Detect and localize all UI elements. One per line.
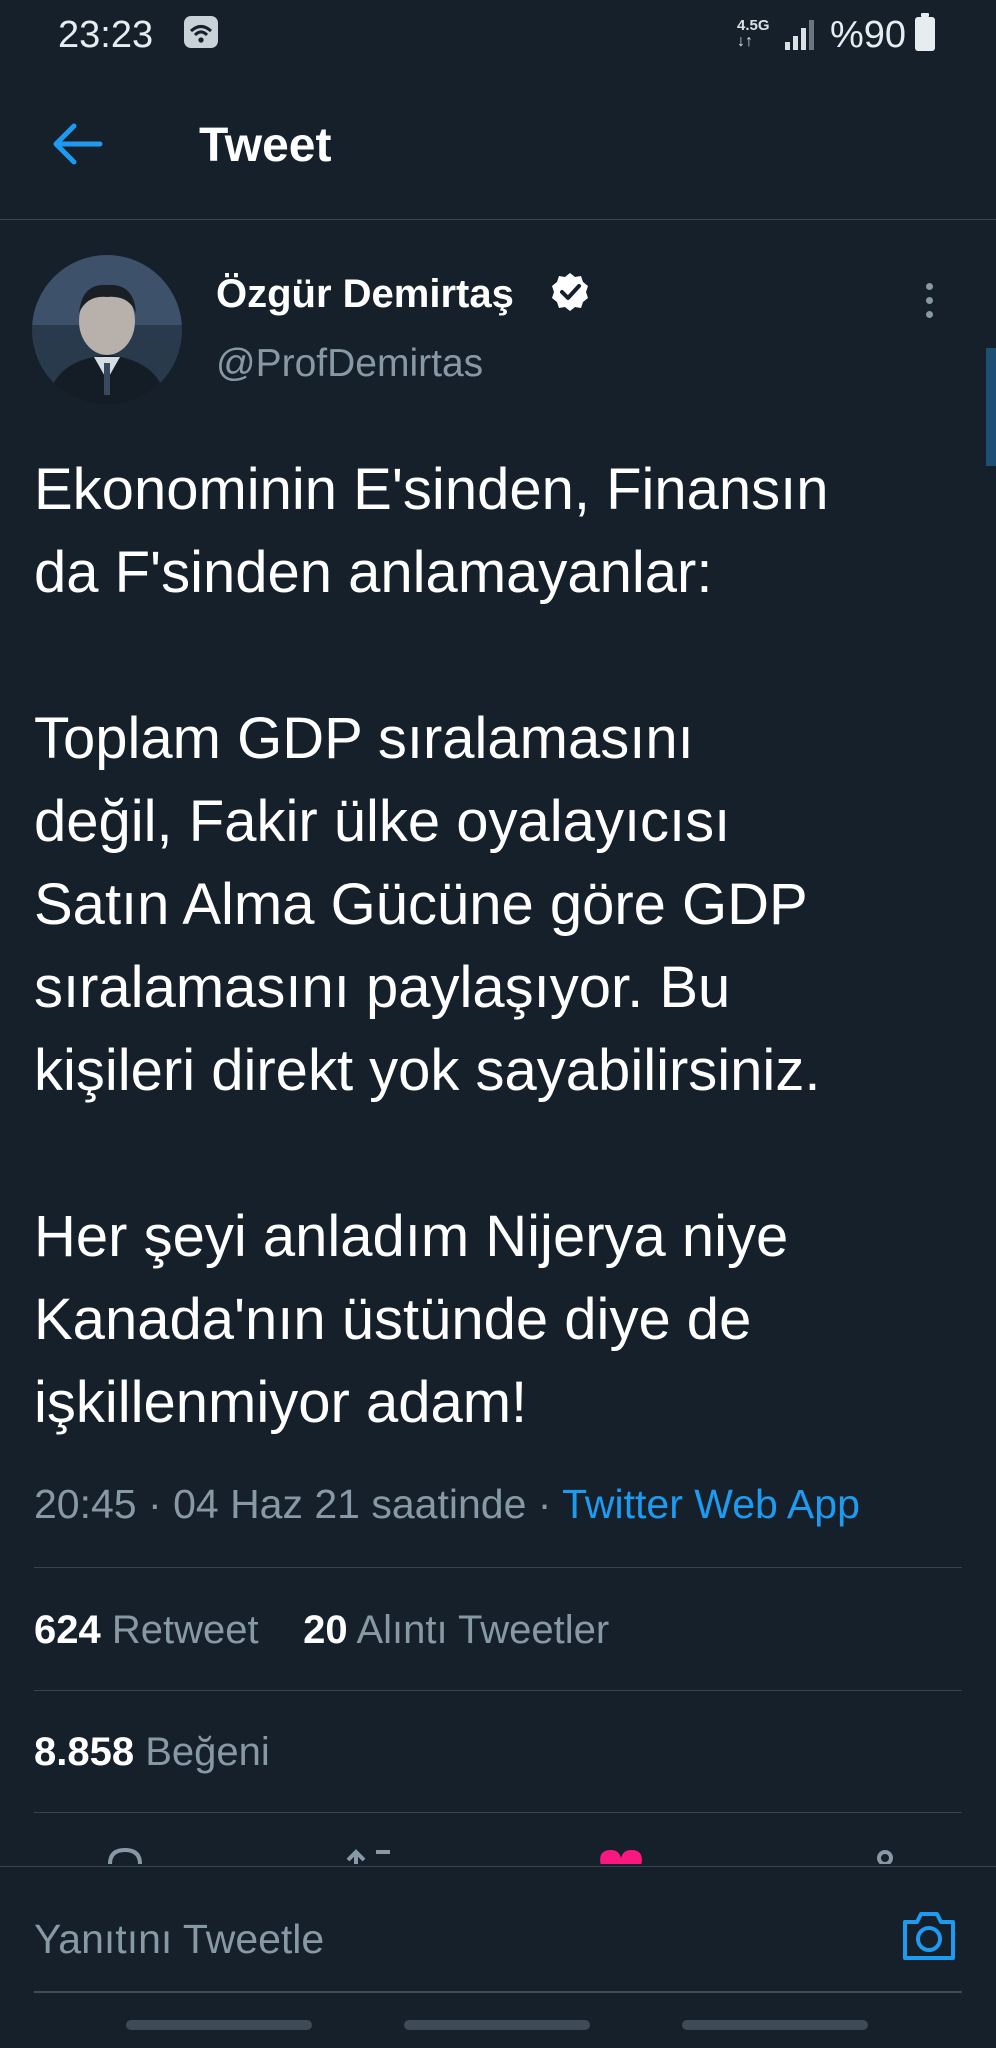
tweet-line: Kanada'nın üstünde diye de [34, 1287, 752, 1352]
battery-percent: %90 [830, 14, 907, 56]
tweet-line: Her şeyi anladım Nijerya niye [34, 1204, 789, 1269]
tweet-line: Toplam GDP sıralamasını [34, 706, 694, 771]
meta-divider [34, 1567, 962, 1568]
avatar[interactable] [32, 255, 182, 405]
header-divider [0, 219, 996, 220]
author-name[interactable]: Özgür Demirtaş [216, 272, 514, 317]
reply-underline [34, 1991, 962, 1993]
tweet-line: da F'sinden anlamayanlar: [34, 540, 713, 605]
wifi-icon [183, 15, 219, 49]
reply-icon[interactable] [100, 1846, 150, 1864]
tweet-text: Ekonominin E'sinden, Finansın da F'sinde… [34, 448, 974, 1444]
camera-icon[interactable] [899, 1908, 959, 1964]
tweet-line: değil, Fakir ülke oyalayıcısı [34, 789, 731, 854]
likes-divider [34, 1812, 962, 1813]
battery-icon [915, 13, 935, 51]
status-time: 23:23 [58, 14, 154, 56]
nav-back[interactable] [682, 2020, 868, 2030]
stats-row: 624 Retweet 20 Alıntı Tweetler [34, 1608, 609, 1653]
tweet-date: 04 Haz 21 saatinde [173, 1481, 527, 1527]
tweet-line: işkillenmiyor adam! [34, 1370, 528, 1435]
reply-input[interactable]: Yanıtını Tweetle [34, 1916, 324, 1963]
signal-icon [785, 16, 817, 50]
verified-badge-icon [549, 271, 591, 313]
tweet-line: sıralamasını paylaşıyor. Bu [34, 955, 731, 1020]
tweet-line: Satın Alma Gücüne göre GDP [34, 872, 808, 937]
stats-divider [34, 1690, 962, 1691]
quotes-stat[interactable]: 20 Alıntı Tweetler [303, 1608, 609, 1652]
tweet-time: 20:45 [34, 1481, 137, 1527]
tweet-source-link[interactable]: Twitter Web App [562, 1481, 860, 1527]
back-button[interactable] [50, 122, 106, 166]
retweet-icon[interactable] [342, 1846, 398, 1864]
scrollbar[interactable] [986, 348, 996, 466]
page-title: Tweet [199, 119, 332, 172]
retweets-stat[interactable]: 624 Retweet [34, 1608, 259, 1652]
tweet-line: Ekonominin E'sinden, Finansın [34, 457, 829, 522]
arrow-left-icon [53, 123, 103, 165]
reply-bar-divider [0, 1866, 996, 1867]
like-icon[interactable] [595, 1846, 647, 1864]
author-handle[interactable]: @ProfDemirtas [216, 342, 483, 386]
more-options-icon[interactable] [926, 283, 936, 319]
share-icon[interactable] [870, 1846, 900, 1864]
nav-recents[interactable] [126, 2020, 312, 2030]
tweet-meta: 20:45 · 04 Haz 21 saatinde · Twitter Web… [34, 1481, 860, 1527]
likes-stat[interactable]: 8.858 Beğeni [34, 1730, 270, 1775]
tweet-line: kişileri direkt yok sayabilirsiniz. [34, 1038, 821, 1103]
nav-home[interactable] [404, 2020, 590, 2030]
network-type: 4.5G ↓↑ [737, 17, 770, 50]
